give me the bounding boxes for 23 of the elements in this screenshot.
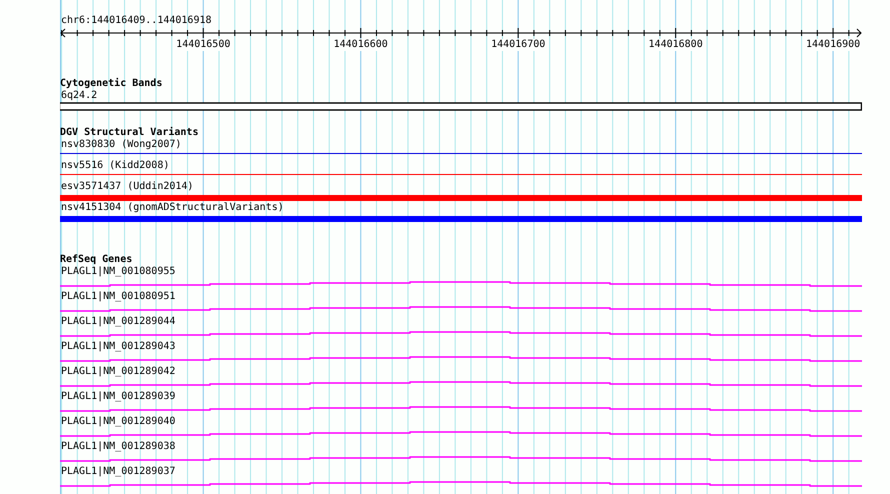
transcript-label: PLAGL1|NM_001289044 bbox=[60, 316, 176, 328]
track-title: DGV Structural Variants bbox=[60, 126, 198, 139]
track-title: RefSeq Genes bbox=[60, 253, 132, 266]
transcript-label: PLAGL1|NM_001289040 bbox=[60, 416, 176, 428]
scale-label: 144016500 bbox=[176, 39, 230, 51]
band-label: 6q24.2 bbox=[60, 90, 98, 102]
transcript-label: PLAGL1|NM_001289038 bbox=[60, 441, 176, 453]
variant-label: nsv830830 (Wong2007) bbox=[60, 139, 182, 151]
transcript-label: PLAGL1|NM_001080955 bbox=[60, 266, 176, 278]
transcript-label: PLAGL1|NM_001289037 bbox=[60, 466, 176, 478]
transcript-label: PLAGL1|NM_001080951 bbox=[60, 291, 176, 303]
scale-label: 144016700 bbox=[491, 39, 546, 51]
transcript-label: PLAGL1|NM_001289039 bbox=[60, 391, 176, 403]
location-text: chr6:144016409..144016918 bbox=[60, 14, 212, 27]
transcript-label: PLAGL1|NM_001289043 bbox=[60, 341, 176, 353]
variant-label: nsv4151304 (gnomADStructuralVariants) bbox=[60, 202, 284, 214]
scale-label: 144016600 bbox=[334, 39, 388, 51]
variant-label: esv3571437 (Uddin2014) bbox=[60, 181, 194, 193]
transcript-label: PLAGL1|NM_001289042 bbox=[60, 366, 176, 378]
variant-label: nsv5516 (Kidd2008) bbox=[60, 160, 170, 172]
track-title: Cytogenetic Bands bbox=[60, 77, 162, 90]
scale-label: 144016800 bbox=[648, 39, 703, 51]
scale-label: 144016900 bbox=[806, 39, 860, 51]
